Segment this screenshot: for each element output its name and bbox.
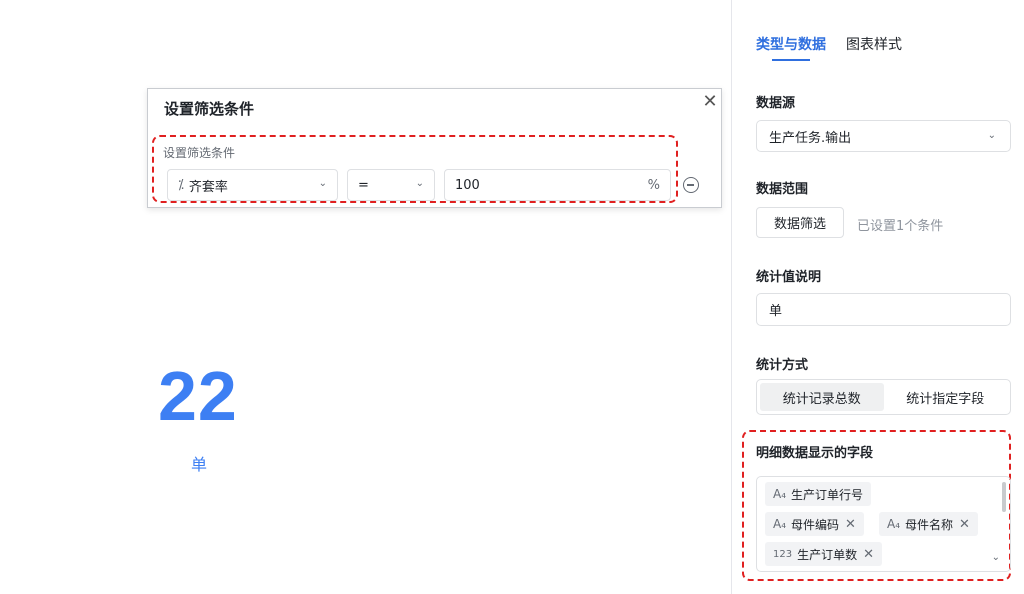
chart-preview-canvas: 22 单 设置筛选条件 ✕ 设置筛选条件 ⁒ 齐套率 ⌄ = ⌄ 100 %	[0, 0, 731, 594]
detail-fields-title: 明细数据显示的字段	[756, 446, 874, 461]
percent-field-icon: ⁒	[178, 177, 184, 193]
close-icon[interactable]: ✕	[701, 93, 719, 111]
statistic-value: 22	[158, 357, 238, 435]
text-field-icon: A₄	[773, 487, 787, 501]
close-icon[interactable]: ✕	[845, 517, 856, 532]
detail-fields-list[interactable]: A₄ 生产订单行号 A₄ 母件编码 ✕ A₄ 母件名称 ✕ 123 生产订单数 …	[756, 476, 1011, 572]
filter-condition-popup: 设置筛选条件 ✕ 设置筛选条件 ⁒ 齐套率 ⌄ = ⌄ 100 %	[147, 88, 722, 208]
number-field-icon: 123	[773, 548, 793, 560]
remove-condition-icon[interactable]	[683, 177, 699, 193]
condition-field-select[interactable]: ⁒ 齐套率 ⌄	[167, 169, 338, 201]
condition-value: 100	[455, 177, 480, 193]
tab-type-and-data[interactable]: 类型与数据	[756, 34, 826, 61]
tab-chart-style[interactable]: 图表样式	[846, 34, 902, 54]
field-tag[interactable]: A₄ 母件名称 ✕	[879, 512, 978, 536]
data-range-title: 数据范围	[756, 182, 809, 197]
filter-status-text: 已设置1个条件	[857, 219, 944, 234]
statistic-unit: 单	[191, 455, 208, 474]
stat-method-count-all[interactable]: 统计记录总数	[760, 383, 884, 411]
stat-method-title: 统计方式	[756, 358, 809, 373]
condition-operator-select[interactable]: = ⌄	[347, 169, 435, 201]
datasource-title: 数据源	[756, 96, 796, 111]
field-tag-label: 母件编码	[791, 517, 840, 532]
condition-label: 设置筛选条件	[163, 146, 236, 160]
stat-desc-input[interactable]: 单	[756, 293, 1011, 326]
popup-title: 设置筛选条件	[164, 100, 255, 118]
data-filter-button[interactable]: 数据筛选	[756, 207, 844, 238]
field-tag[interactable]: A₄ 生产订单行号	[765, 482, 872, 506]
field-tag[interactable]: 123 生产订单数 ✕	[765, 542, 883, 566]
chevron-down-icon[interactable]: ⌄	[992, 552, 1000, 563]
panel-tabs: 类型与数据 图表样式	[756, 34, 902, 61]
stat-desc-title: 统计值说明	[756, 270, 822, 285]
scrollbar[interactable]	[1002, 482, 1006, 512]
close-icon[interactable]: ✕	[959, 517, 970, 532]
stat-method-field[interactable]: 统计指定字段	[884, 383, 1008, 411]
field-tag-label: 生产订单行号	[791, 487, 864, 502]
field-tag-label: 母件名称	[905, 517, 954, 532]
field-tag-label: 生产订单数	[797, 547, 858, 562]
text-field-icon: A₄	[887, 517, 901, 531]
condition-value-input[interactable]: 100 %	[444, 169, 671, 201]
stat-method-segmented: 统计记录总数 统计指定字段	[756, 379, 1011, 415]
chevron-down-icon: ⌄	[987, 130, 996, 141]
datasource-value: 生产任务.输出	[769, 130, 852, 146]
close-icon[interactable]: ✕	[863, 547, 874, 562]
field-tag[interactable]: A₄ 母件编码 ✕	[765, 512, 864, 536]
config-panel: 类型与数据 图表样式 数据源 生产任务.输出 ⌄ 数据范围 数据筛选 已设置1个…	[731, 0, 1024, 594]
condition-operator-value: =	[358, 177, 369, 193]
chevron-down-icon: ⌄	[415, 178, 424, 189]
chevron-down-icon: ⌄	[318, 178, 327, 189]
condition-value-suffix: %	[647, 177, 660, 193]
text-field-icon: A₄	[773, 517, 787, 531]
condition-field-value: 齐套率	[188, 179, 228, 195]
datasource-select[interactable]: 生产任务.输出 ⌄	[756, 120, 1011, 152]
